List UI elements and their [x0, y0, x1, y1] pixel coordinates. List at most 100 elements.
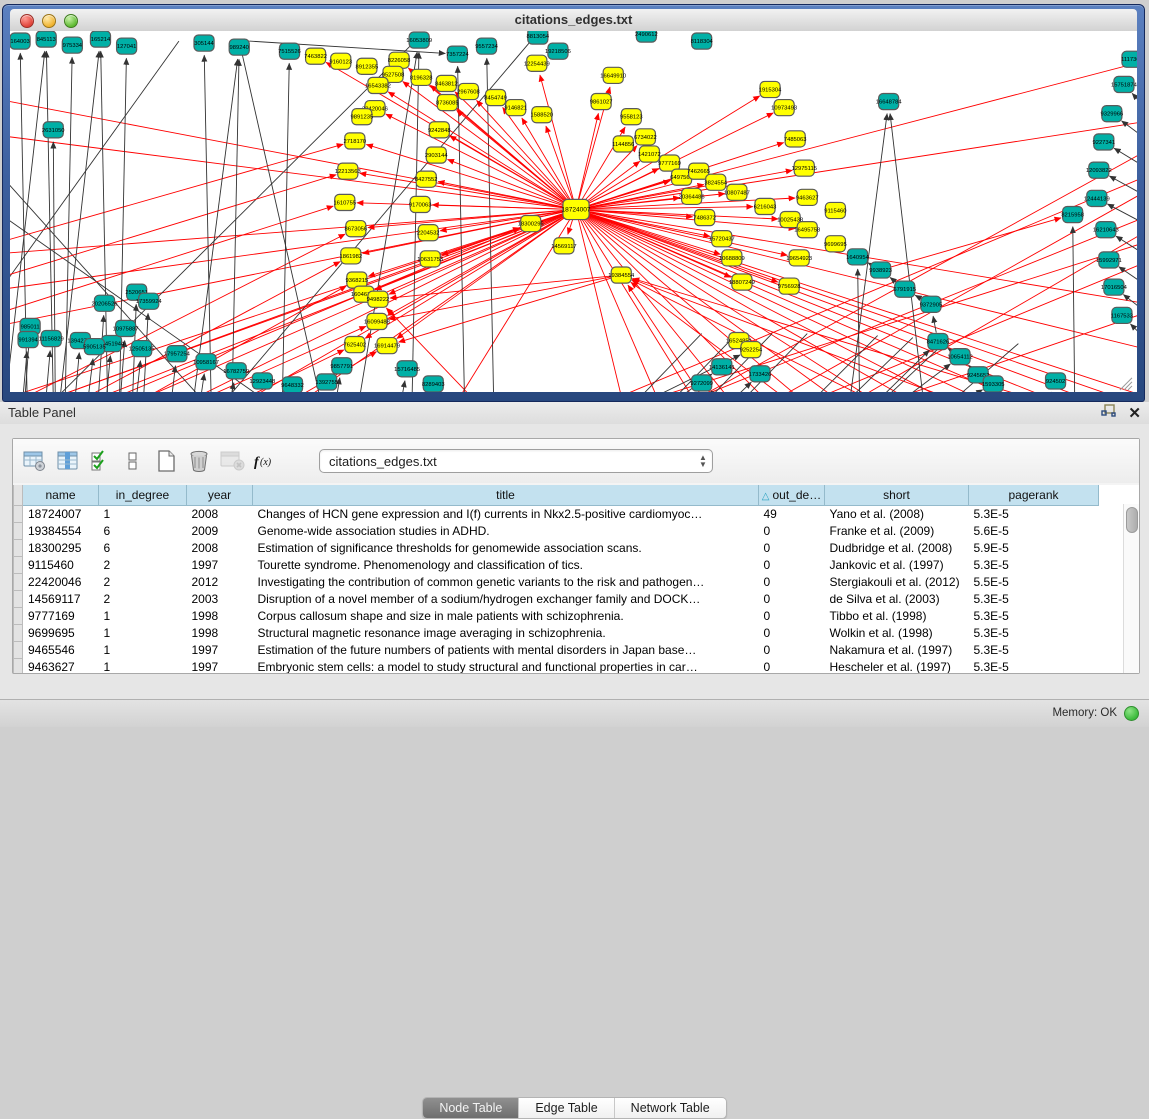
table-row[interactable]: 2242004622012Investigating the contribut… — [14, 574, 1099, 591]
table-cell[interactable]: 1 — [99, 659, 187, 674]
table-cell[interactable]: 2008 — [187, 506, 253, 523]
table-row[interactable]: 1456911722003Disruption of a novel membe… — [14, 591, 1099, 608]
window-titlebar[interactable]: citations_edges.txt — [10, 9, 1137, 32]
table-cell[interactable]: 2012 — [187, 574, 253, 591]
table-cell[interactable]: 1 — [99, 506, 187, 523]
table-cell[interactable]: 5.5E-5 — [969, 574, 1099, 591]
table-cell[interactable]: Hescheler et al. (1997) — [825, 659, 969, 674]
yellow-node-1421072[interactable]: 1421072 — [638, 146, 661, 162]
yellow-node-9115460[interactable]: 9115460 — [824, 202, 847, 218]
table-row[interactable]: 1872400712008Changes of HCN gene express… — [14, 506, 1099, 523]
yellow-node-8427552[interactable]: 8427552 — [415, 171, 438, 187]
yellow-node-8463812[interactable]: 8463812 — [435, 75, 458, 91]
yellow-node-2903144[interactable]: 2903144 — [425, 147, 448, 163]
yellow-node-8673056[interactable]: 8673056 — [345, 221, 368, 237]
yellow-node-1861982[interactable]: 1861982 — [339, 248, 362, 264]
table-cell[interactable]: 5.3E-5 — [969, 591, 1099, 608]
table-row[interactable]: 946362711997Embryonic stem cells: a mode… — [14, 659, 1099, 674]
table-cell[interactable]: Structural magnetic resonance image aver… — [253, 625, 759, 642]
teal-node-17359924[interactable]: 17359924 — [136, 293, 163, 309]
teal-node-14136141[interactable]: 14136141 — [709, 359, 735, 375]
column-header-name[interactable]: name — [23, 485, 99, 506]
table-cell[interactable]: 1998 — [187, 608, 253, 625]
table-cell[interactable]: Stergiakouli et al. (2012) — [825, 574, 969, 591]
table-row[interactable]: 969969511998Structural magnetic resonanc… — [14, 625, 1099, 642]
yellow-node-10807487[interactable]: 10807487 — [724, 184, 750, 200]
yellow-node-15720437[interactable]: 15720437 — [709, 231, 735, 247]
table-cell[interactable]: Franke et al. (2009) — [825, 523, 969, 540]
yellow-node-19654923[interactable]: 19654923 — [786, 250, 812, 266]
table-cell[interactable]: 2003 — [187, 591, 253, 608]
table-cell[interactable]: Tibbo et al. (1998) — [825, 608, 969, 625]
yellow-node-8736085[interactable]: 8736085 — [436, 95, 459, 111]
teal-node-12505135[interactable]: 12505135 — [129, 341, 155, 357]
yellow-node-9558123[interactable]: 9558123 — [620, 109, 643, 125]
yellow-node-9756928[interactable]: 9756928 — [778, 278, 801, 294]
teal-node-10958167[interactable]: 10958167 — [193, 354, 219, 370]
table-cell[interactable]: Changes of HCN gene expression and I(f) … — [253, 506, 759, 523]
teal-node-2490612[interactable]: 2490612 — [635, 31, 658, 42]
table-cell[interactable]: 2009 — [187, 523, 253, 540]
table-cell[interactable]: 1998 — [187, 625, 253, 642]
column-header-year[interactable]: year — [187, 485, 253, 506]
column-header-short[interactable]: short — [825, 485, 969, 506]
new-column-icon[interactable] — [153, 448, 179, 474]
table-scrollbar-thumb[interactable] — [1126, 507, 1138, 533]
column-header-pagerank[interactable]: pagerank — [969, 485, 1099, 506]
teal-node-6791915[interactable]: 6791915 — [893, 281, 916, 297]
teal-node-17957254[interactable]: 17957254 — [164, 346, 191, 362]
column-header-in-degree[interactable]: in_degree — [99, 485, 187, 506]
teal-node-164003[interactable]: 164003 — [10, 33, 30, 49]
table-cell[interactable]: 1997 — [187, 642, 253, 659]
tab-network-table[interactable]: Network Table — [615, 1098, 726, 1118]
table-row[interactable]: 911546021997Tourette syndrome. Phenomeno… — [14, 557, 1099, 574]
teal-node-989240[interactable]: 989240 — [229, 39, 250, 55]
table-row[interactable]: 977716911998Corpus callosum shape and si… — [14, 608, 1099, 625]
yellow-node-8196328[interactable]: 8196328 — [410, 69, 433, 85]
table-cell[interactable]: 9777169 — [23, 608, 99, 625]
table-cell[interactable]: 1 — [99, 608, 187, 625]
yellow-node-12975115[interactable]: 12975115 — [791, 160, 816, 176]
yellow-node-16914479[interactable]: 16914479 — [374, 338, 400, 354]
yellow-node-9498222[interactable]: 9498222 — [367, 291, 390, 307]
yellow-node-8454749[interactable]: 8454749 — [484, 89, 507, 105]
yellow-node-9861027[interactable]: 9861027 — [590, 94, 613, 110]
yellow-node-6734022[interactable]: 6734022 — [634, 129, 657, 145]
yellow-node-16495758[interactable]: 16495758 — [794, 222, 820, 238]
yellow-node-3824554[interactable]: 3824554 — [704, 174, 727, 190]
teal-node-1117304[interactable]: 1117304 — [1121, 51, 1137, 67]
citation-network-graph[interactable]: 1872400782260589527508819632816543382891… — [10, 31, 1137, 392]
delete-table-icon[interactable] — [219, 448, 245, 474]
teal-node-16210643[interactable]: 16210643 — [1093, 222, 1119, 238]
yellow-node-9252254[interactable]: 9252254 — [740, 342, 763, 358]
teal-node-9857791[interactable]: 9857791 — [330, 358, 353, 374]
yellow-node-1144856[interactable]: 1144856 — [612, 136, 634, 152]
table-cell[interactable]: Estimation of the future numbers of pati… — [253, 642, 759, 659]
teal-node-924502[interactable]: 924502 — [1046, 373, 1066, 389]
yellow-node-10631753[interactable]: 10631753 — [417, 251, 443, 267]
yellow-node-9891235[interactable]: 9891235 — [351, 109, 374, 125]
teal-node-7357224[interactable]: 7357224 — [446, 46, 469, 62]
teal-node-9329966[interactable]: 9329966 — [1101, 106, 1124, 122]
table-scrollbar[interactable] — [1123, 504, 1139, 673]
table-row[interactable]: 1938455462009Genome-wide association stu… — [14, 523, 1099, 540]
teal-node-2631050[interactable]: 2631050 — [42, 122, 65, 138]
yellow-node-1610755[interactable]: 1610755 — [333, 194, 356, 210]
yellow-node-6216043[interactable]: 6216043 — [754, 198, 777, 214]
teal-node-17016504[interactable]: 17016504 — [1101, 279, 1128, 295]
table-cell[interactable]: 6 — [99, 523, 187, 540]
table-cell[interactable]: 5.3E-5 — [969, 506, 1099, 523]
table-cell[interactable]: Yano et al. (2008) — [825, 506, 969, 523]
teal-node-8118304[interactable]: 8118304 — [691, 33, 714, 49]
yellow-node-2204532[interactable]: 2204532 — [417, 225, 440, 241]
tab-edge-table[interactable]: Edge Table — [519, 1098, 614, 1118]
table-cell[interactable]: 0 — [759, 574, 825, 591]
yellow-node-9699695[interactable]: 9699695 — [824, 236, 847, 252]
node-table[interactable]: namein_degreeyeartitle△out_de…shortpager… — [13, 485, 1139, 673]
teal-node-16648784[interactable]: 16648784 — [876, 94, 903, 110]
teal-node-8813054[interactable]: 8813054 — [526, 31, 549, 44]
table-cell[interactable]: Tourette syndrome. Phenomenology and cla… — [253, 557, 759, 574]
yellow-node-7485063[interactable]: 7485063 — [784, 131, 807, 147]
table-cell[interactable]: 1997 — [187, 557, 253, 574]
table-cell[interactable]: Embryonic stem cells: a model to study s… — [253, 659, 759, 674]
